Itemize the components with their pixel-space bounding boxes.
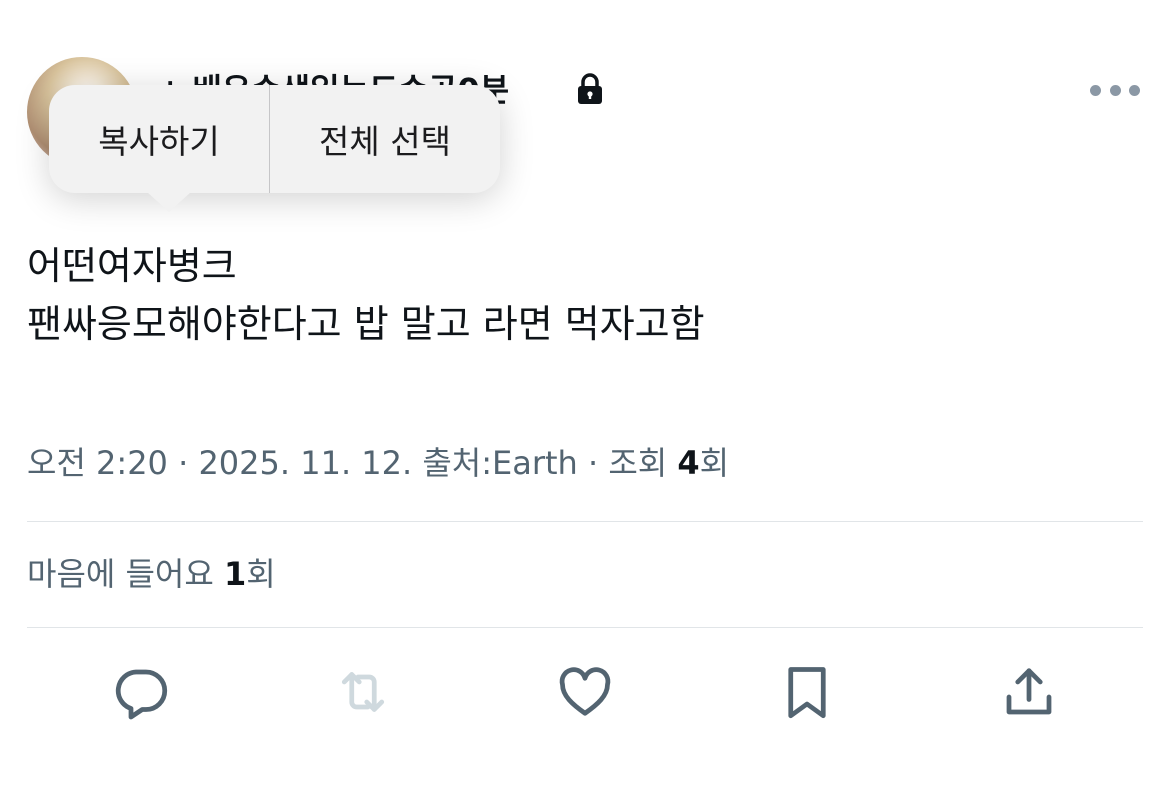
source-label: 출처: xyxy=(422,444,493,482)
retweet-button[interactable] xyxy=(331,660,395,724)
lock-icon xyxy=(578,73,602,104)
views-label: 조회 xyxy=(608,444,668,482)
more-dot-icon xyxy=(1090,84,1101,96)
divider xyxy=(27,627,1143,628)
bookmark-icon xyxy=(788,667,826,719)
tweet-date[interactable]: 2025. 11. 12. xyxy=(198,444,412,482)
meta-separator: · xyxy=(588,444,599,482)
text-selection-context-menu: 복사하기 전체 선택 xyxy=(49,85,500,212)
divider xyxy=(27,521,1143,522)
reply-button[interactable] xyxy=(109,660,173,724)
tweet-meta: 오전 2:20 · 2025. 11. 12. 출처:Earth · 조회 4회 xyxy=(27,440,729,486)
heart-icon xyxy=(559,667,611,716)
more-dot-icon xyxy=(1129,84,1140,96)
likes-label: 마음에 들어요 xyxy=(27,555,214,593)
tweet-text-line: 팬싸응모해야한다고 밥 말고 라면 먹자고함 xyxy=(27,302,705,346)
meta-separator: · xyxy=(178,444,189,482)
likes-summary[interactable]: 마음에 들어요 1회 xyxy=(27,551,276,597)
retweet-icon xyxy=(341,672,385,712)
share-button[interactable] xyxy=(997,660,1061,724)
source-value: Earth xyxy=(492,444,578,482)
tweet-detail: ㄴ배우순생일눈도순공0분 복사하기 전체 선택 어떤여자병크 팬싸응모해야한다고… xyxy=(0,0,1170,806)
copy-menu-item[interactable]: 복사하기 xyxy=(49,85,269,193)
select-all-menu-item[interactable]: 전체 선택 xyxy=(270,85,500,193)
likes-suffix: 회 xyxy=(246,555,276,593)
tweet-text-line: 어떤여자병크 xyxy=(27,244,237,288)
bookmark-button[interactable] xyxy=(775,660,839,724)
more-options-button[interactable] xyxy=(1090,78,1140,102)
reply-icon xyxy=(115,669,168,720)
tweet-time[interactable]: 오전 2:20 xyxy=(27,444,168,482)
more-dot-icon xyxy=(1109,84,1121,96)
likes-count: 1 xyxy=(223,555,247,593)
share-icon xyxy=(1006,668,1052,715)
like-button[interactable] xyxy=(553,660,617,724)
views-count: 4 xyxy=(677,444,700,482)
views-suffix: 회 xyxy=(699,444,730,482)
tweet-text: 어떤여자병크 팬싸응모해야한다고 밥 말고 라면 먹자고함 xyxy=(27,237,705,353)
